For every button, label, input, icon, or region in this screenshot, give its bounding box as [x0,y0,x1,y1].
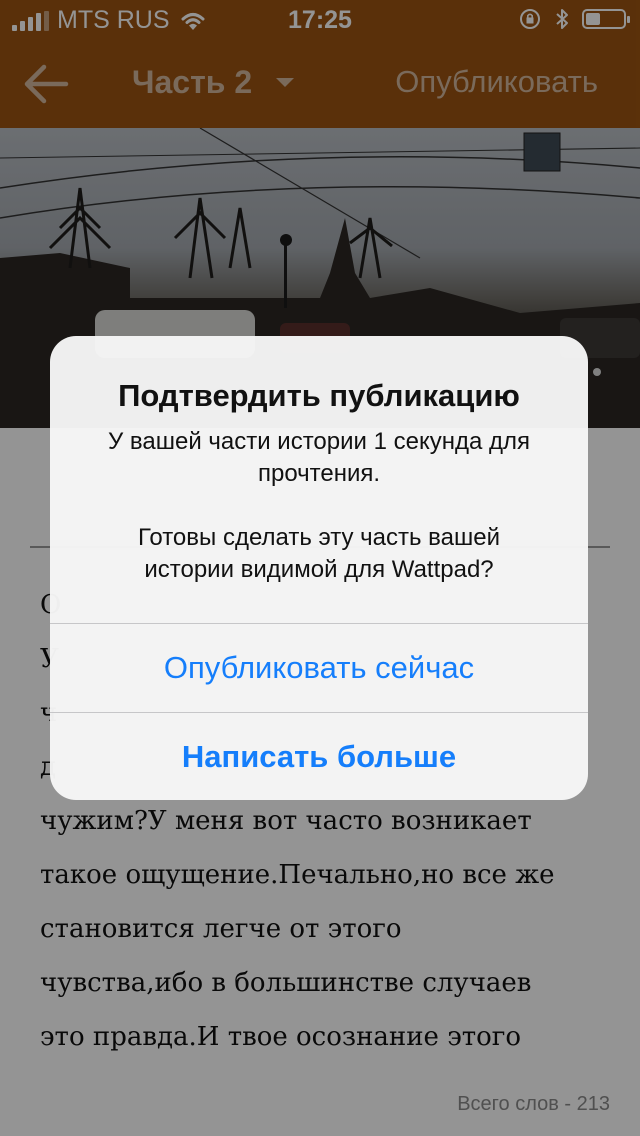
publish-confirm-dialog: Подтвердить публикацию У вашей части ист… [50,336,588,800]
publish-now-button[interactable]: Опубликовать сейчас [50,624,588,712]
dialog-message: У вашей части истории 1 секунда для проч… [90,426,548,586]
dialog-title: Подтвердить публикацию [118,378,520,413]
dialog-message-line: У вашей части истории 1 секунда для проч… [107,428,531,487]
write-more-button[interactable]: Написать больше [50,713,588,800]
dialog-message-line: Готовы сделать эту часть вашей истории в… [138,524,500,583]
screen: MTS RUS 17:25 Часть 2 Опубликовать ч д ч… [0,0,640,1136]
